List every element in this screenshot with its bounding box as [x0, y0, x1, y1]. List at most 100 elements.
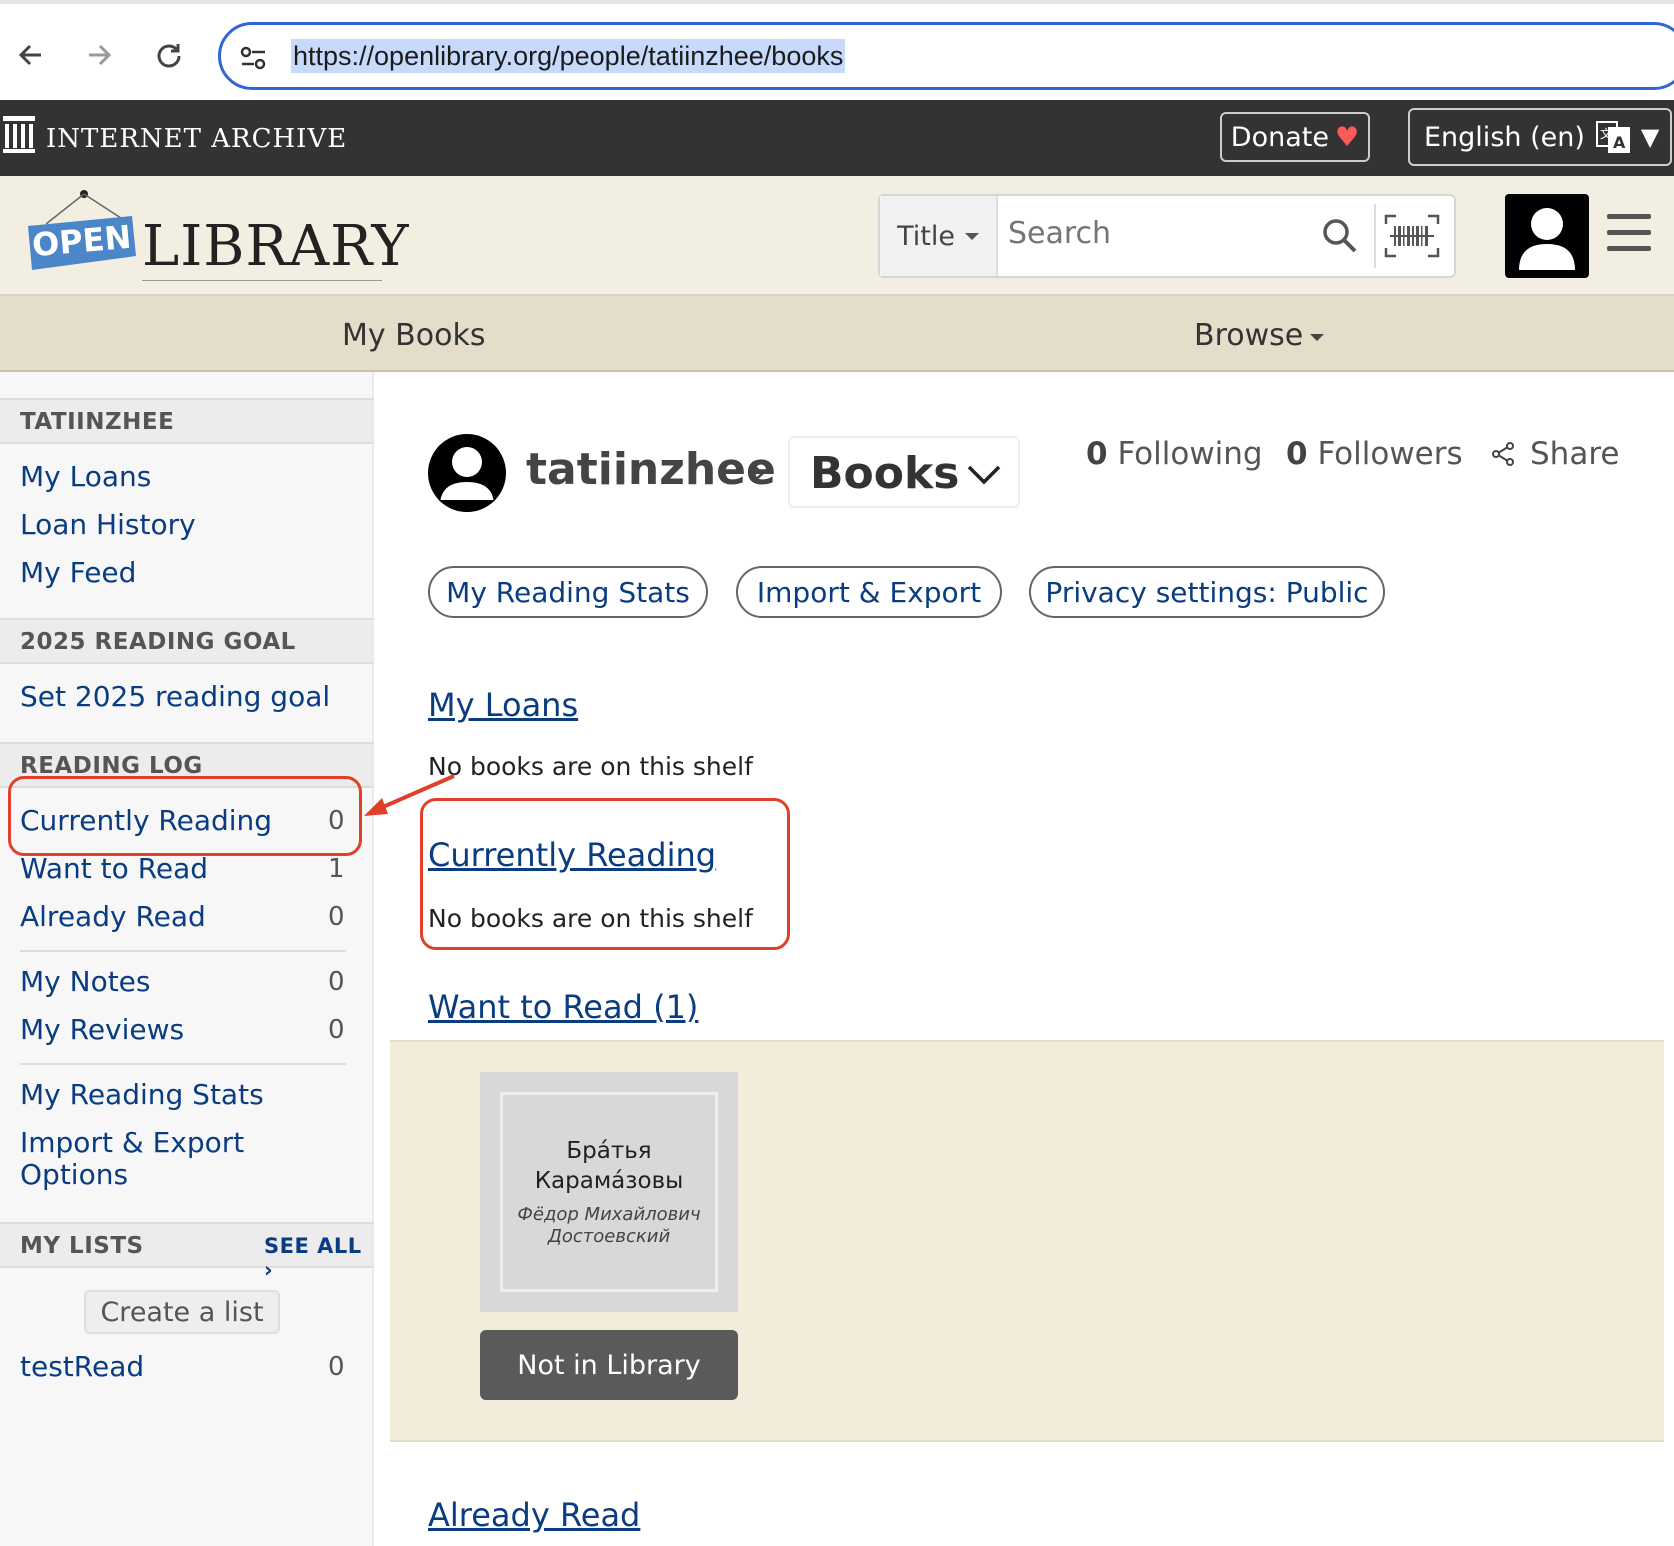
sidebar-section-goal: 2025 READING GOAL [0, 618, 374, 664]
sidebar-divider [20, 950, 346, 952]
search-icon[interactable] [1320, 216, 1360, 256]
sidebar-item-want-to-read[interactable]: Want to Read [20, 852, 208, 885]
not-in-library-button[interactable]: Not in Library [480, 1330, 738, 1400]
internet-archive-logo[interactable]: INTERNET ARCHIVE [46, 124, 347, 154]
back-button[interactable] [8, 32, 54, 78]
create-list-button[interactable]: Create a list [84, 1290, 280, 1334]
arrow-left-icon [18, 44, 41, 66]
sidebar-count-my-notes: 0 [328, 967, 345, 997]
sidebar-item-my-feed[interactable]: My Feed [20, 556, 136, 589]
followers-count: 0 [1286, 436, 1308, 472]
sidebar-item-loan-history[interactable]: Loan History [20, 508, 196, 541]
breadcrumb-separator: › [752, 452, 767, 493]
browse-caret-icon [1310, 334, 1324, 341]
tune-icon[interactable] [239, 45, 269, 71]
annotation-main-highlight [420, 798, 790, 950]
donate-label: Donate [1230, 121, 1329, 153]
book-cover[interactable]: Бра́тья Карама́зовы Фёдор Михайлович Дос… [480, 1072, 738, 1312]
sidebar-my-lists-heading: MY LISTS [20, 1233, 144, 1259]
shelf-title-want-to-read[interactable]: Want to Read (1) [428, 988, 698, 1026]
open-library-logo[interactable]: OPEN LIBRARY [24, 186, 408, 286]
sidebar-item-reading-stats[interactable]: My Reading Stats [20, 1078, 264, 1111]
internet-archive-bar: INTERNET ARCHIVE Donate ♥ English (en) A… [0, 100, 1674, 176]
search-bar: Title [878, 194, 1456, 278]
address-bar[interactable]: https://openlibrary.org/people/tatiinzhe… [218, 22, 1674, 90]
following-link[interactable]: 0 Following [1086, 436, 1263, 472]
forward-button[interactable] [76, 32, 122, 78]
book-title-line-1: Бра́тья [566, 1138, 652, 1164]
browser-toolbar: https://openlibrary.org/people/tatiinzhe… [0, 0, 1674, 100]
share-icon [1492, 442, 1514, 466]
want-to-read-carousel: Бра́тья Карама́зовы Фёдор Михайлович Дос… [390, 1040, 1664, 1442]
see-all-lists-link[interactable]: SEE ALL › [264, 1234, 374, 1282]
search-type-select[interactable]: Title [880, 196, 998, 276]
sidebar-item-my-notes[interactable]: My Notes [20, 965, 151, 998]
sidebar-item-my-reviews[interactable]: My Reviews [20, 1013, 184, 1046]
archive-building-icon[interactable] [2, 114, 36, 154]
caret-down-icon [964, 232, 979, 240]
search-input[interactable] [1008, 216, 1308, 251]
profile-username[interactable]: tatiinzhee [526, 444, 776, 495]
share-button[interactable]: Share [1490, 436, 1619, 472]
book-title-line-2: Карама́зовы [534, 1168, 684, 1194]
followers-label: Followers [1317, 436, 1463, 472]
open-library-header: OPEN LIBRARY Title [0, 176, 1674, 296]
reload-icon [157, 44, 181, 68]
search-type-label: Title [897, 220, 955, 252]
url-text[interactable]: https://openlibrary.org/people/tatiinzhe… [291, 39, 846, 73]
import-export-button[interactable]: Import & Export [736, 566, 1002, 618]
books-section-dropdown[interactable]: Books [788, 436, 1020, 508]
main-navigation: My Books Browse [0, 296, 1674, 372]
sidebar-count-want-to-read: 1 [328, 854, 345, 884]
reading-stats-button[interactable]: My Reading Stats [428, 566, 708, 618]
books-dropdown-label: Books [810, 448, 960, 499]
sidebar-section-user: TATIINZHEE [0, 398, 374, 444]
privacy-settings-button[interactable]: Privacy settings: Public [1029, 566, 1385, 618]
sidebar: TATIINZHEE My Loans Loan History My Feed… [0, 372, 374, 1546]
user-icon [1519, 208, 1575, 270]
sidebar-user-heading: TATIINZHEE [20, 409, 175, 435]
heart-icon: ♥ [1334, 121, 1360, 153]
svg-text:A: A [1613, 133, 1626, 152]
shelf-title-already-read[interactable]: Already Read [428, 1496, 640, 1534]
logo-library-text: LIBRARY [142, 214, 410, 279]
shelf-title-my-loans[interactable]: My Loans [428, 686, 578, 724]
sidebar-section-my-lists: MY LISTS SEE ALL › [0, 1222, 374, 1282]
chevron-down-icon [967, 465, 1001, 485]
page-root: https://openlibrary.org/people/tatiinzhe… [0, 0, 1674, 1546]
sidebar-goal-heading: 2025 READING GOAL [20, 629, 296, 655]
hamburger-menu-icon[interactable] [1607, 214, 1651, 258]
sidebar-count-my-reviews: 0 [328, 1015, 345, 1045]
annotation-arrow-icon [364, 774, 455, 816]
following-label: Following [1117, 436, 1263, 472]
chevron-down-icon: ▼ [1640, 123, 1660, 151]
followers-link[interactable]: 0 Followers [1286, 436, 1463, 472]
book-cover-inner: Бра́тья Карама́зовы Фёдор Михайлович Дос… [500, 1092, 718, 1292]
sidebar-item-already-read[interactable]: Already Read [20, 900, 206, 933]
sidebar-count-already-read: 0 [328, 902, 345, 932]
barcode-icon[interactable] [1384, 212, 1440, 260]
annotation-sidebar-highlight [8, 776, 362, 856]
sidebar-item-import-export[interactable]: Import & Export [20, 1126, 244, 1159]
reload-button[interactable] [146, 32, 192, 78]
sidebar-item-set-goal[interactable]: Set 2025 reading goal [20, 680, 330, 713]
following-count: 0 [1086, 436, 1108, 472]
sidebar-item-import-export-options[interactable]: Options [20, 1158, 128, 1191]
nav-browse[interactable]: Browse [1194, 318, 1303, 353]
translate-icon: A 文 [1595, 121, 1630, 153]
shelf-empty-my-loans: No books are on this shelf [428, 752, 753, 781]
sidebar-list-item[interactable]: testRead [20, 1350, 144, 1383]
book-author-line-2: Достоевский [547, 1226, 671, 1247]
arrow-right-icon [89, 44, 112, 66]
profile-avatar [428, 434, 506, 512]
language-selector[interactable]: English (en) A 文 ▼ [1408, 108, 1672, 166]
donate-button[interactable]: Donate ♥ [1220, 112, 1370, 162]
account-avatar-button[interactable] [1505, 194, 1589, 278]
sidebar-list-count: 0 [328, 1352, 345, 1382]
user-icon [428, 447, 506, 512]
sidebar-item-my-loans[interactable]: My Loans [20, 460, 151, 493]
nav-my-books[interactable]: My Books [342, 318, 485, 353]
book-author-line-1: Фёдор Михайлович [517, 1204, 701, 1225]
language-label: English (en) [1424, 121, 1585, 153]
sidebar-divider [20, 1063, 346, 1065]
